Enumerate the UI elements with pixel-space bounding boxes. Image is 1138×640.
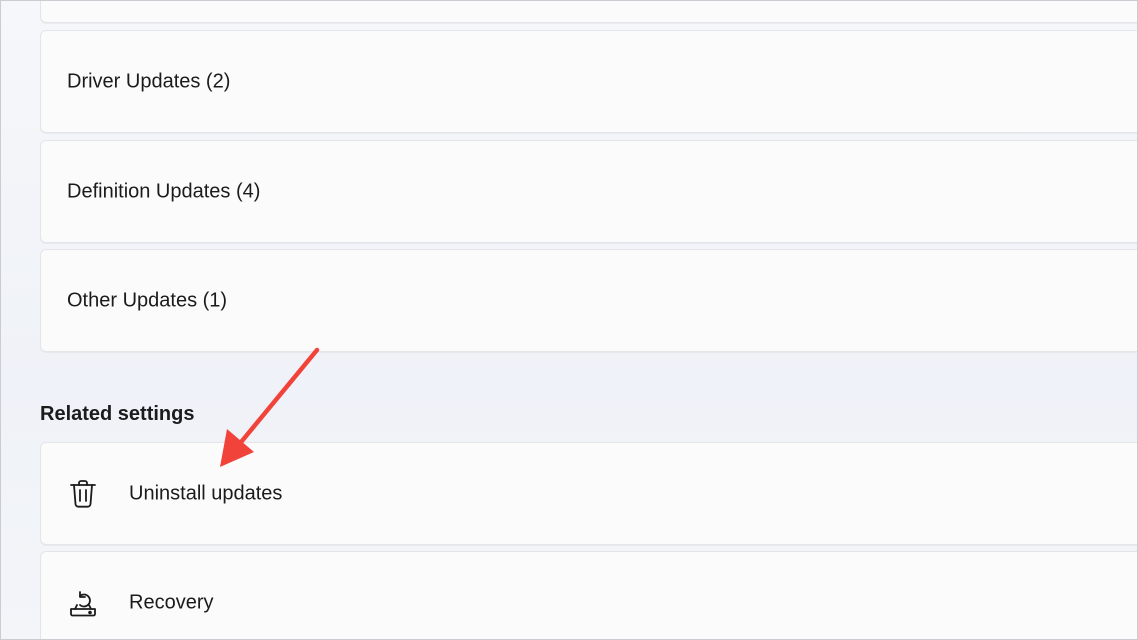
driver-updates-label: Driver Updates (2)	[67, 70, 231, 92]
definition-updates-card[interactable]: Definition Updates (4)	[40, 140, 1137, 243]
other-updates-card[interactable]: Other Updates (1)	[40, 249, 1137, 352]
recovery-card[interactable]: Recovery	[40, 551, 1137, 639]
update-category-card-partial[interactable]	[40, 1, 1137, 23]
related-settings-heading: Related settings	[40, 403, 195, 425]
recovery-label: Recovery	[129, 591, 214, 613]
definition-updates-label: Definition Updates (4)	[67, 180, 261, 202]
trash-icon	[70, 479, 96, 508]
other-updates-label: Other Updates (1)	[67, 289, 228, 311]
recovery-icon	[70, 590, 96, 616]
uninstall-updates-label: Uninstall updates	[129, 482, 283, 504]
uninstall-updates-card[interactable]: Uninstall updates	[40, 442, 1137, 545]
settings-page: Driver Updates (2) Definition Updates (4…	[0, 0, 1138, 640]
driver-updates-card[interactable]: Driver Updates (2)	[40, 30, 1137, 133]
annotation-arrow-shaft	[234, 347, 320, 450]
